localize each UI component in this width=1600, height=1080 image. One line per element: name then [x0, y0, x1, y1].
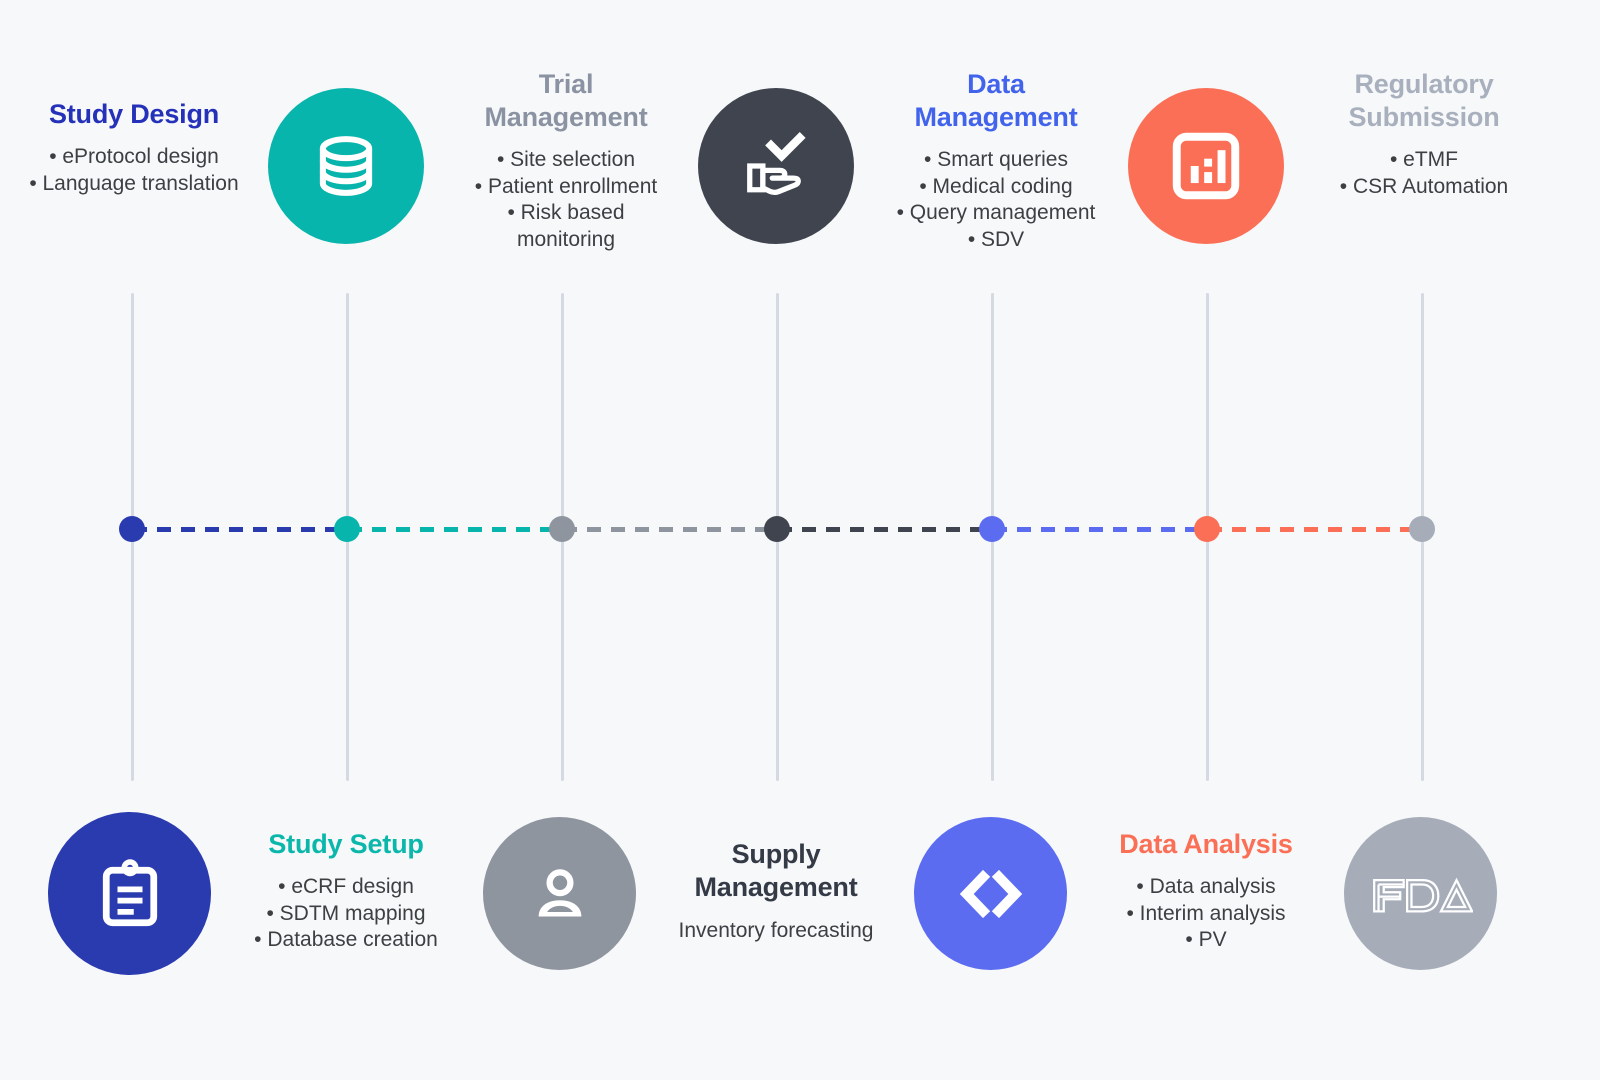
- timeline-dot-2[interactable]: [334, 516, 360, 542]
- timeline-dot-1[interactable]: [119, 516, 145, 542]
- bar-chart-icon: [1172, 132, 1240, 200]
- timeline-dot-7[interactable]: [1409, 516, 1435, 542]
- list-item: • eProtocol design: [49, 144, 219, 168]
- person-circle[interactable]: [483, 817, 636, 970]
- block-bullet-list: • Smart queries • Medical coding • Query…: [886, 147, 1106, 254]
- timeline-dot-6[interactable]: [1194, 516, 1220, 542]
- barchart-circle[interactable]: [1128, 88, 1284, 244]
- clipboard-icon: [102, 858, 157, 926]
- timeline-segment: [348, 527, 563, 532]
- block-title: Data Management: [914, 69, 1078, 132]
- block-study-setup: Study Setup • eCRF design • SDTM mapping…: [236, 828, 456, 954]
- list-item: • Patient enrollment: [474, 174, 658, 198]
- fda-logo-icon: [1372, 877, 1473, 912]
- timeline-segment: [778, 527, 993, 532]
- block-bullet-list: • Site selection • Patient enrollment • …: [456, 147, 676, 254]
- block-study-design: Study Design • eProtocol design • Langua…: [24, 98, 244, 197]
- timeline-segment: [563, 527, 778, 532]
- list-item: • Site selection: [496, 147, 636, 171]
- hand-check-circle[interactable]: [698, 88, 854, 244]
- clipboard-circle[interactable]: [48, 812, 211, 975]
- block-bullet-list: • eTMF • CSR Automation: [1316, 147, 1532, 200]
- fda-circle[interactable]: [1344, 817, 1497, 970]
- block-subtext: Inventory forecasting: [678, 918, 874, 942]
- list-item: • Medical coding: [919, 174, 1073, 198]
- timeline-segment: [993, 527, 1208, 532]
- database-icon: [319, 136, 373, 196]
- block-title: Regulatory Submission: [1348, 69, 1500, 132]
- list-item: • PV: [1185, 928, 1227, 952]
- block-trial-management: Trial Management • Site selection • Pati…: [456, 68, 676, 254]
- list-item: • SDTM mapping: [266, 901, 426, 925]
- timeline-dot-4[interactable]: [764, 516, 790, 542]
- block-bullet-list: • eProtocol design • Language translatio…: [24, 144, 244, 197]
- list-item: • eCRF design: [278, 874, 414, 898]
- block-title: Supply Management: [694, 839, 858, 902]
- list-item: • SDV: [967, 227, 1025, 251]
- timeline-segment: [133, 527, 348, 532]
- timeline-dot-5[interactable]: [979, 516, 1005, 542]
- list-item: • Query management: [896, 201, 1096, 225]
- database-circle[interactable]: [268, 88, 424, 244]
- block-title: Study Design: [48, 99, 220, 129]
- block-bullet-list: • Data analysis • Interim analysis • PV: [1096, 874, 1316, 954]
- code-circle[interactable]: [914, 817, 1067, 970]
- block-bullet-list: • eCRF design • SDTM mapping • Database …: [236, 874, 456, 954]
- block-title: Trial Management: [484, 69, 648, 132]
- block-data-analysis: Data Analysis • Data analysis • Interim …: [1096, 828, 1316, 954]
- code-brackets-icon: [959, 869, 1022, 918]
- timeline-dot-3[interactable]: [549, 516, 575, 542]
- block-data-management: Data Management • Smart queries • Medica…: [886, 68, 1106, 254]
- diagram-canvas: Study Design • eProtocol design • Langua…: [0, 0, 1600, 1080]
- person-icon: [538, 868, 581, 916]
- list-item: • eTMF: [1389, 147, 1458, 171]
- block-title: Data Analysis: [1119, 829, 1293, 859]
- hand-check-icon: [747, 132, 806, 196]
- list-item: • Risk based monitoring: [507, 201, 625, 251]
- list-item: • CSR Automation: [1339, 174, 1509, 198]
- list-item: • Interim analysis: [1126, 901, 1286, 925]
- list-item: • Database creation: [254, 928, 438, 952]
- block-supply-management: Supply Management Inventory forecasting: [666, 838, 886, 944]
- list-item: • Data analysis: [1136, 874, 1276, 898]
- list-item: • Smart queries: [924, 147, 1068, 171]
- block-title: Study Setup: [268, 829, 424, 859]
- list-item: • Language translation: [29, 171, 239, 195]
- timeline-segment: [1208, 527, 1423, 532]
- block-regulatory-submission: Regulatory Submission • eTMF • CSR Autom…: [1316, 68, 1532, 200]
